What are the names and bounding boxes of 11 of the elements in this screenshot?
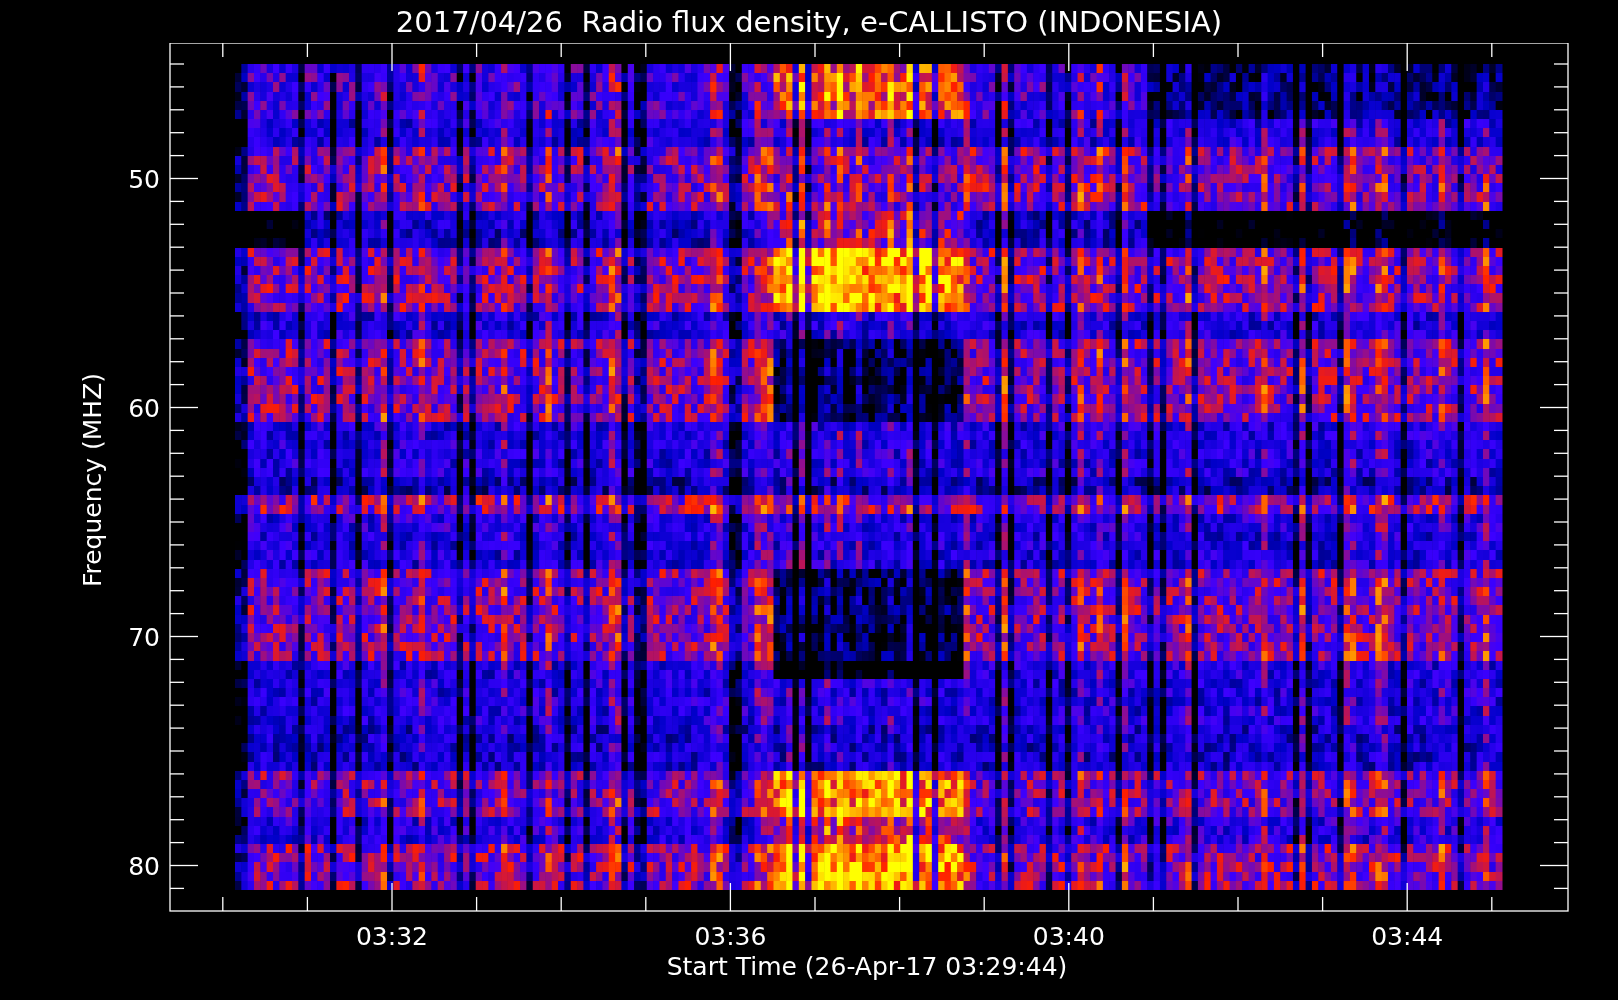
chart-title: 2017/04/26 Radio flux density, e-CALLISTO (INDONESIA)	[395, 4, 1223, 39]
y-tick-label: 80	[128, 851, 160, 881]
x-tick-label: 03:32	[356, 922, 428, 951]
x-axis-title: Start Time (26-Apr-17 03:29:44)	[666, 952, 1068, 981]
x-tick-label: 03:44	[1371, 922, 1444, 951]
y-tick-label: 60	[128, 393, 160, 423]
x-tick-label: 03:40	[1032, 922, 1105, 951]
y-tick-label: 50	[128, 164, 160, 194]
y-axis-title: Frequency (MHZ)	[78, 372, 107, 588]
y-tick-label: 70	[128, 622, 160, 652]
x-tick-label: 03:36	[694, 922, 767, 951]
